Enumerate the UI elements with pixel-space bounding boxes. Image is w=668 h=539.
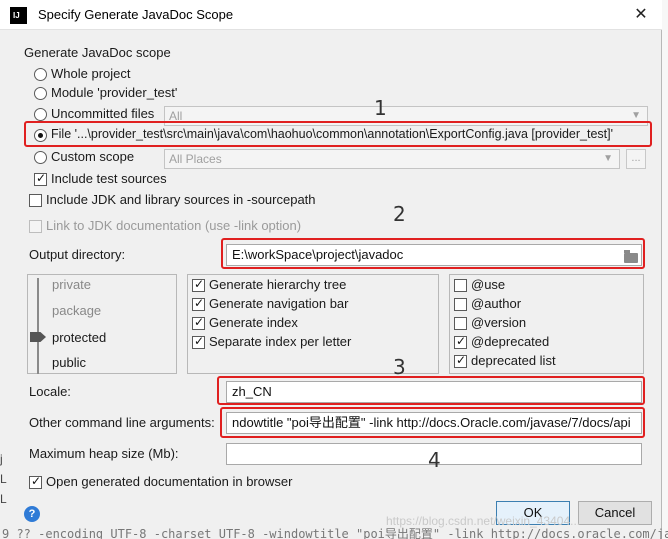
visibility-slider-track[interactable] xyxy=(37,278,39,374)
background-edge-char: L xyxy=(0,492,7,506)
heap-size-label: Maximum heap size (Mb): xyxy=(29,446,179,461)
radio-uncommitted-files[interactable] xyxy=(34,108,47,121)
radio-module[interactable] xyxy=(34,87,47,100)
locale-label: Locale: xyxy=(29,384,71,399)
tag-use-checkbox[interactable] xyxy=(454,279,467,292)
annotation-number-2: 2 xyxy=(393,202,406,226)
custom-scope-browse-button[interactable]: ... xyxy=(626,149,646,169)
generate-navigation-bar-checkbox[interactable] xyxy=(192,296,205,311)
annotation-number-3: 3 xyxy=(393,355,406,379)
output-directory-label: Output directory: xyxy=(29,247,126,262)
open-in-browser-label: Open generated documentation in browser xyxy=(46,474,293,489)
other-args-label: Other command line arguments: xyxy=(29,415,215,430)
tag-author-label: @author xyxy=(471,296,522,311)
link-jdk-doc-label: Link to JDK documentation (use -link opt… xyxy=(46,218,302,233)
generate-index-label: Generate index xyxy=(209,315,298,330)
javadoc-scope-dialog: IJ Specify Generate JavaDoc Scope ✕ Gene… xyxy=(0,0,662,539)
custom-scope-combo[interactable]: All Places ▼ xyxy=(164,149,620,169)
radio-module-label: Module 'provider_test' xyxy=(51,85,178,100)
tag-version-label: @version xyxy=(471,315,527,330)
separate-index-checkbox[interactable] xyxy=(192,334,205,349)
radio-whole-project-label: Whole project xyxy=(51,66,131,81)
help-icon[interactable]: ? xyxy=(24,506,40,522)
chevron-down-icon: ▼ xyxy=(603,153,613,164)
close-icon[interactable]: ✕ xyxy=(627,3,655,27)
highlight-box-locale xyxy=(217,376,645,405)
include-test-sources-checkbox[interactable] xyxy=(34,171,47,186)
highlight-box-other-args xyxy=(220,407,645,438)
radio-custom-scope-label: Custom scope xyxy=(51,149,135,164)
visibility-level-public[interactable]: public xyxy=(52,355,86,370)
include-jdk-sources-label: Include JDK and library sources in -sour… xyxy=(46,192,316,207)
tag-deprecated-list-checkbox[interactable] xyxy=(454,353,467,368)
separate-index-label: Separate index per letter xyxy=(209,334,352,349)
generate-navigation-bar-label: Generate navigation bar xyxy=(209,296,349,311)
annotation-number-1: 1 xyxy=(374,96,387,120)
cancel-button[interactable]: Cancel xyxy=(578,501,652,525)
include-test-sources-label: Include test sources xyxy=(51,171,167,186)
annotation-number-4: 4 xyxy=(428,448,441,472)
include-jdk-sources-checkbox[interactable] xyxy=(29,194,42,207)
open-in-browser-checkbox[interactable] xyxy=(29,474,42,489)
window-title: Specify Generate JavaDoc Scope xyxy=(38,7,234,22)
background-window-edge xyxy=(662,0,668,539)
radio-uncommitted-files-label: Uncommitted files xyxy=(51,106,155,121)
tag-use-label: @use xyxy=(471,277,506,292)
generate-hierarchy-tree-checkbox[interactable] xyxy=(192,277,205,292)
visibility-level-protected[interactable]: protected xyxy=(52,330,106,345)
tag-deprecated-list-label: deprecated list xyxy=(471,353,556,368)
visibility-level-private[interactable]: private xyxy=(52,277,91,292)
highlight-box-output-directory xyxy=(221,238,645,269)
tag-author-checkbox[interactable] xyxy=(454,298,467,311)
background-edge-char: j xyxy=(0,452,3,466)
generate-index-checkbox[interactable] xyxy=(192,315,205,330)
title-bar: IJ Specify Generate JavaDoc Scope ✕ xyxy=(0,0,662,30)
radio-whole-project[interactable] xyxy=(34,68,47,81)
tag-deprecated-checkbox[interactable] xyxy=(454,334,467,349)
radio-custom-scope[interactable] xyxy=(34,151,47,164)
background-edge-char: L xyxy=(0,472,7,486)
tag-version-checkbox[interactable] xyxy=(454,317,467,330)
visibility-panel xyxy=(27,274,177,374)
visibility-level-package[interactable]: package xyxy=(52,303,101,318)
highlight-box-file-scope xyxy=(24,121,652,147)
custom-scope-combo-value: All Places xyxy=(169,152,222,166)
tag-deprecated-label: @deprecated xyxy=(471,334,550,349)
intellij-app-icon: IJ xyxy=(10,7,27,24)
link-jdk-doc-checkbox[interactable] xyxy=(29,220,42,233)
generate-hierarchy-tree-label: Generate hierarchy tree xyxy=(209,277,347,292)
watermark-text: https://blog.csdn.net/weixin_43404... xyxy=(386,514,581,528)
scope-section-label: Generate JavaDoc scope xyxy=(24,45,171,60)
